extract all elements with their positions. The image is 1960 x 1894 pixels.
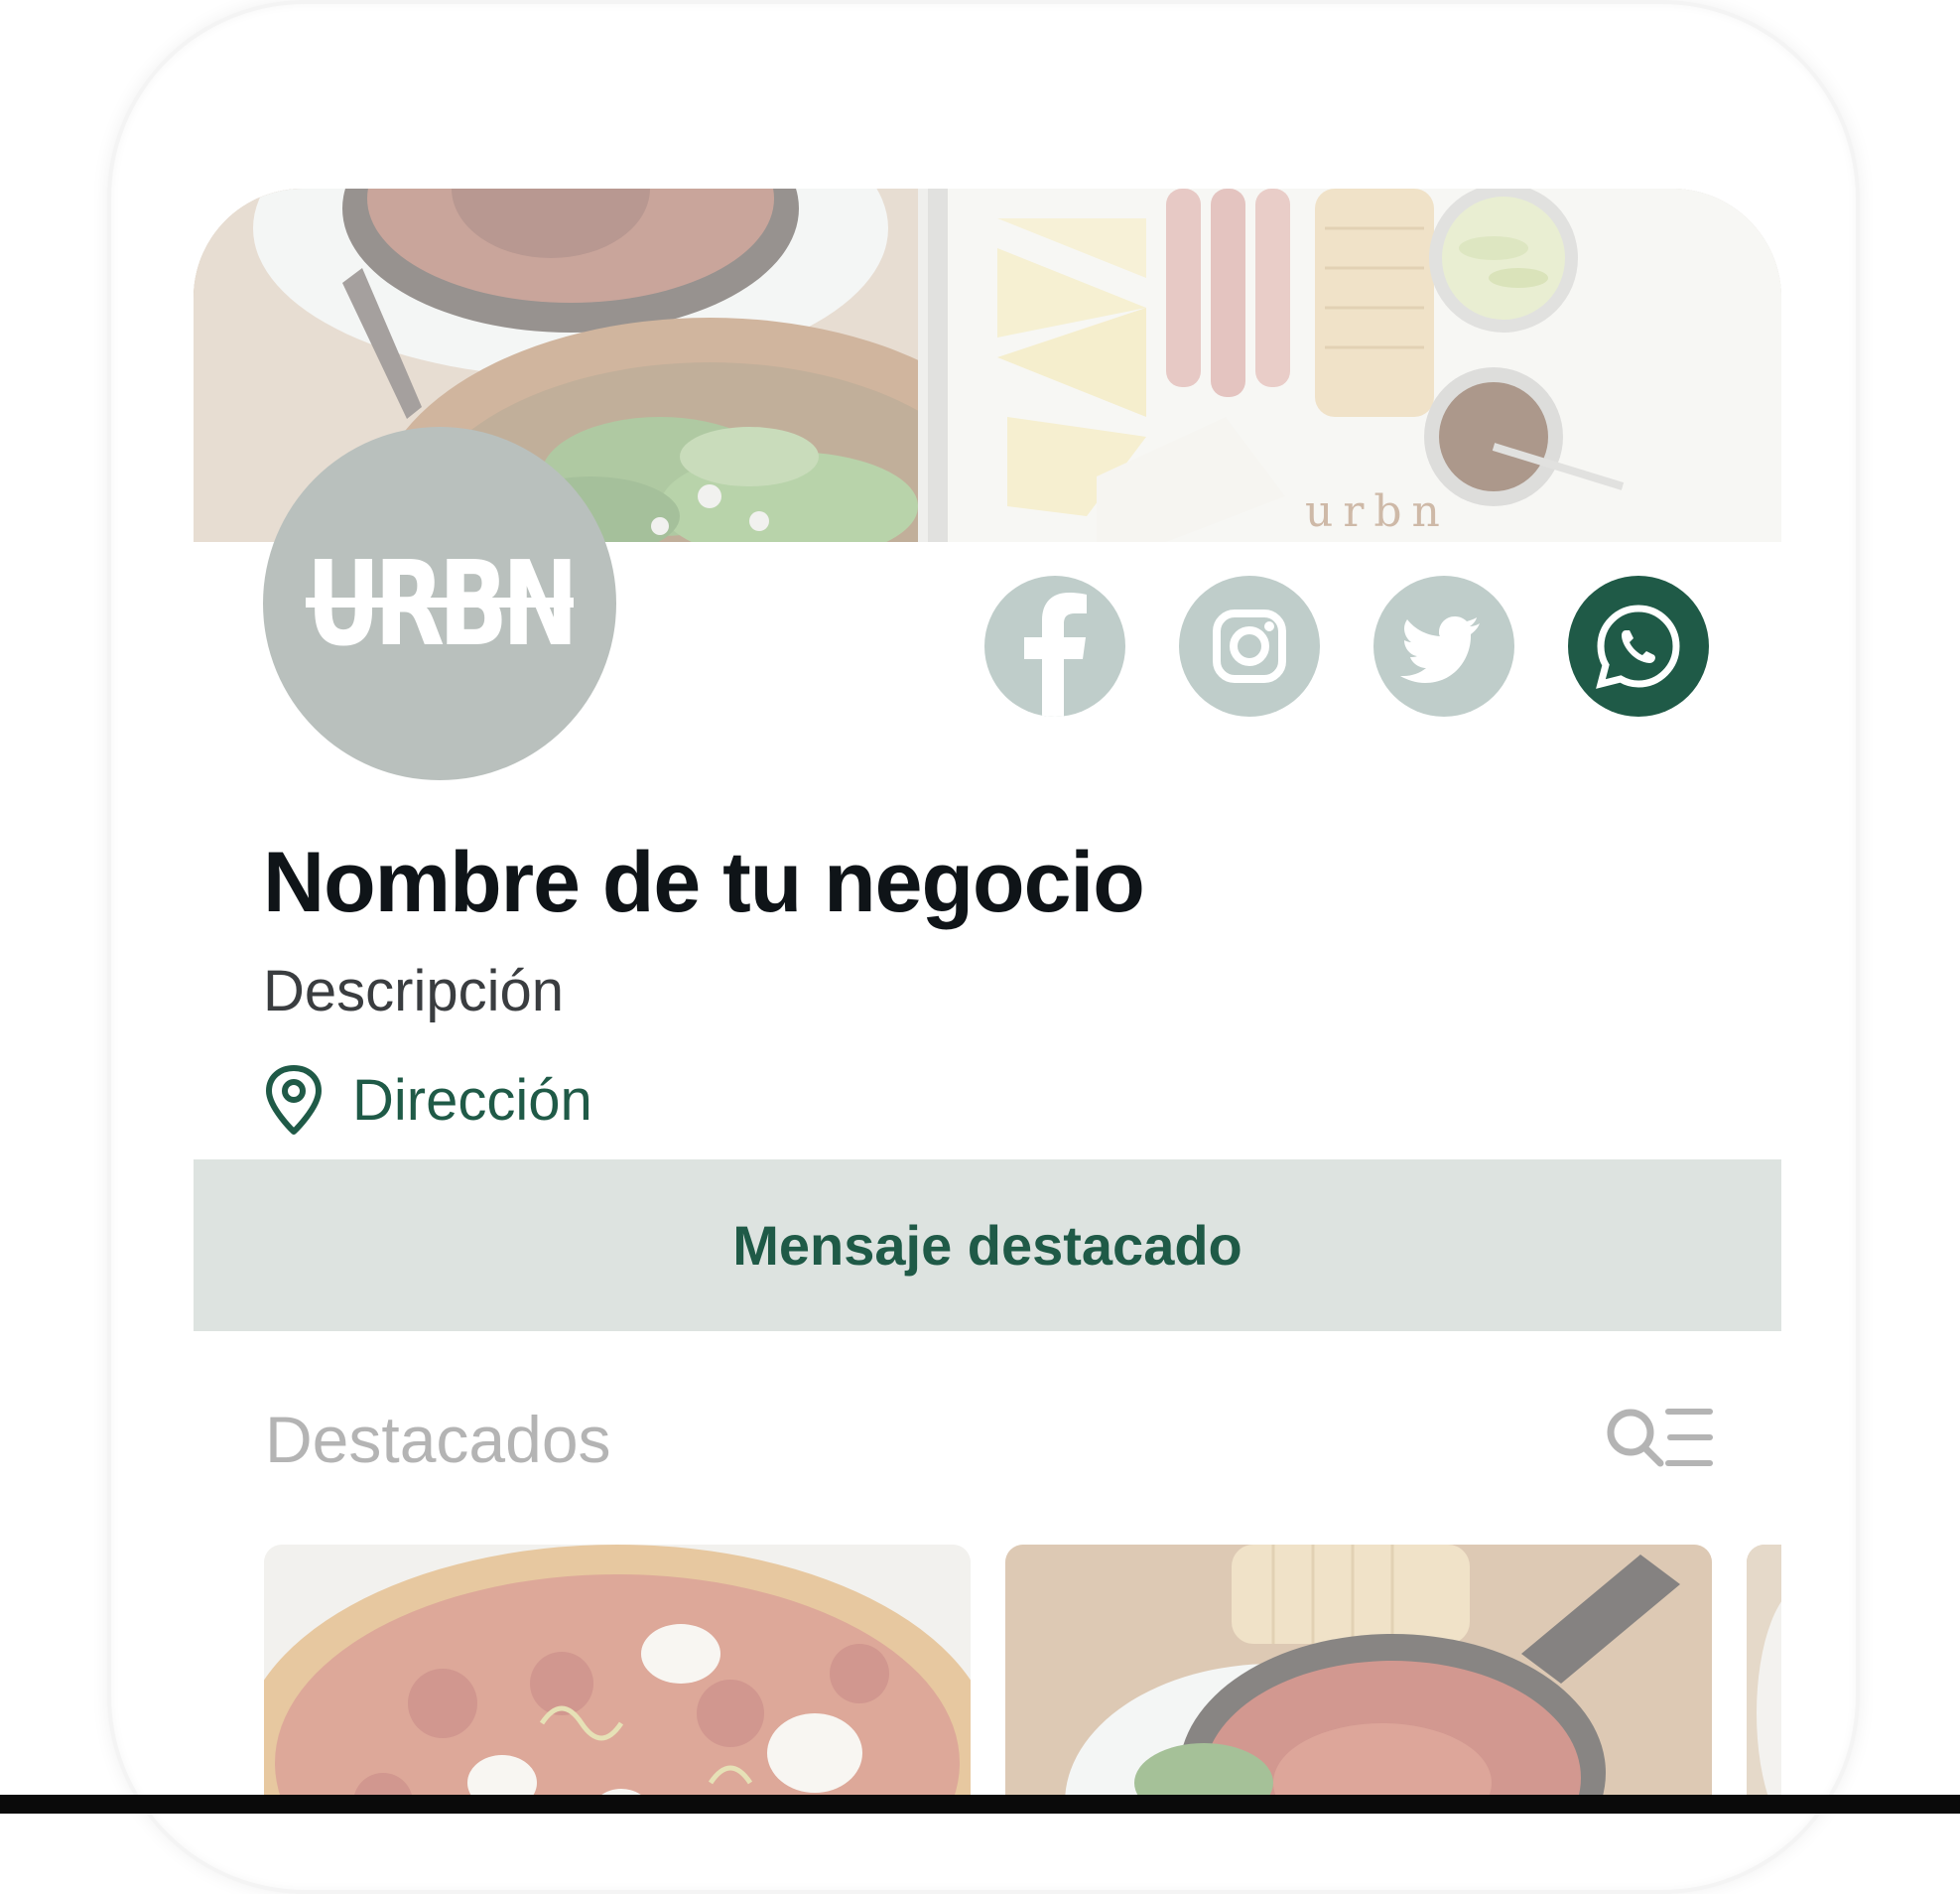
featured-card-pizza[interactable] bbox=[264, 1545, 971, 1814]
business-description: Descripción bbox=[263, 959, 564, 1023]
location-pin-icon bbox=[266, 1065, 322, 1135]
business-address[interactable]: Dirección bbox=[263, 1060, 592, 1140]
pizza-photo bbox=[264, 1545, 971, 1814]
twitter-icon bbox=[1400, 616, 1480, 683]
featured-title: Destacados bbox=[265, 1403, 611, 1476]
whatsapp-button[interactable] bbox=[1568, 576, 1709, 717]
instagram-button[interactable] bbox=[1179, 576, 1320, 717]
logo-strike-line bbox=[306, 598, 574, 608]
business-name: Nombre de tu negocio bbox=[263, 835, 1145, 930]
featured-card-skillet[interactable] bbox=[1005, 1545, 1712, 1814]
address-text: Dirección bbox=[352, 1067, 592, 1133]
search-list-button[interactable] bbox=[1603, 1400, 1714, 1479]
business-avatar: URBN bbox=[263, 427, 616, 780]
bottom-edge-bar bbox=[0, 1795, 1960, 1814]
highlight-banner: Mensaje destacado bbox=[194, 1159, 1781, 1331]
twitter-button[interactable] bbox=[1373, 576, 1514, 717]
partial-card-photo bbox=[1747, 1545, 1781, 1814]
whatsapp-icon bbox=[1596, 605, 1680, 689]
facebook-button[interactable] bbox=[984, 576, 1125, 717]
profile-screen: urbn URBN Nombre de tu negocio Descripci… bbox=[194, 189, 1781, 1814]
instagram-icon bbox=[1213, 609, 1286, 683]
featured-card-partial[interactable] bbox=[1747, 1545, 1781, 1814]
search-list-icon bbox=[1607, 1409, 1713, 1467]
highlight-message: Mensaje destacado bbox=[732, 1214, 1242, 1277]
facebook-icon bbox=[1024, 593, 1087, 717]
skillet-dish-photo bbox=[1005, 1545, 1712, 1814]
business-logo: URBN bbox=[306, 544, 579, 663]
